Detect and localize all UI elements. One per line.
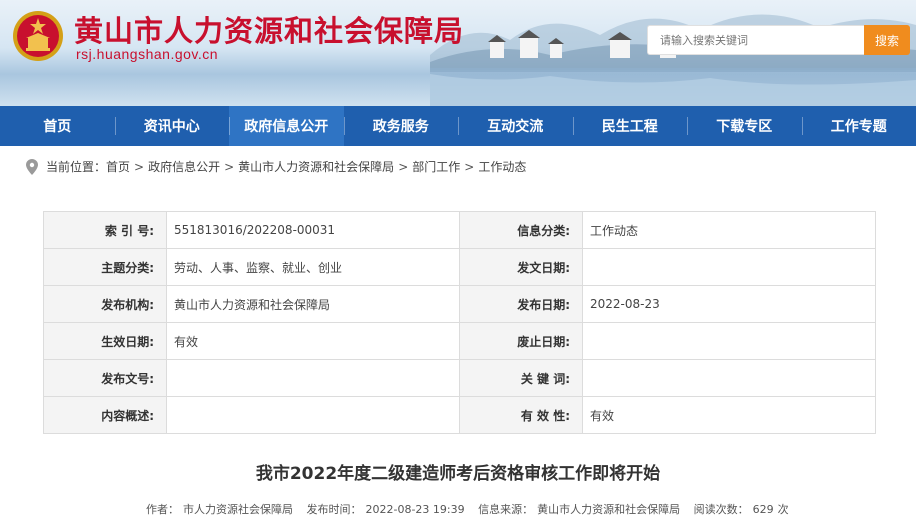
table-row: 索 引 号: 551813016/202208-00031 信息分类: 工作动态 xyxy=(43,211,876,249)
publish-time-label: 发布时间： xyxy=(306,503,362,516)
summary-value xyxy=(166,396,460,434)
national-emblem-icon xyxy=(13,11,63,61)
validity-value: 有效 xyxy=(582,396,876,434)
breadcrumb-separator: > xyxy=(464,159,475,174)
index-number-label: 索 引 号: xyxy=(43,211,167,249)
repeal-date-label: 废止日期: xyxy=(459,322,583,360)
document-number-label: 发布文号: xyxy=(43,359,167,397)
views-label: 阅读次数： xyxy=(693,503,749,516)
document-number-value xyxy=(166,359,460,397)
nav-item-livelihood[interactable]: 民生工程 xyxy=(572,106,688,146)
topic-category-label: 主题分类: xyxy=(43,248,167,286)
nav-item-interaction[interactable]: 互动交流 xyxy=(458,106,573,146)
article-title: 我市2022年度二级建造师考后资格审核工作即将开始 xyxy=(255,464,661,484)
publish-date-value: 2022-08-23 xyxy=(582,285,876,323)
search-input[interactable] xyxy=(647,25,864,55)
issue-date-value xyxy=(582,248,876,286)
views-unit: 次 xyxy=(777,503,789,516)
breadcrumb-item-home[interactable]: 首页 xyxy=(106,158,130,175)
info-category-label: 信息分类: xyxy=(459,211,583,249)
topic-category-value: 劳动、人事、监察、就业、创业 xyxy=(166,248,460,286)
table-row: 生效日期: 有效 废止日期: xyxy=(43,322,876,360)
site-title: 黄山市人力资源和社会保障局 xyxy=(74,14,465,48)
breadcrumb-separator: > xyxy=(224,159,235,174)
issue-date-label: 发文日期: xyxy=(459,248,583,286)
nav-item-gov-info[interactable]: 政府信息公开 xyxy=(229,106,344,146)
table-row: 发布文号: 关 键 词: xyxy=(43,359,876,397)
breadcrumb-separator: > xyxy=(134,159,145,174)
nav-item-topics[interactable]: 工作专题 xyxy=(801,106,916,146)
article-meta: 作者： 市人力资源社会保障局 发布时间： 2022-08-23 19:39 信息来源… xyxy=(146,501,793,517)
publisher-value: 黄山市人力资源和社会保障局 xyxy=(166,285,460,323)
nav-item-gov-service[interactable]: 政务服务 xyxy=(343,106,459,146)
index-number-value: 551813016/202208-00031 xyxy=(166,211,460,249)
breadcrumb-item-bureau[interactable]: 黄山市人力资源和社会保障局 xyxy=(238,158,394,175)
breadcrumb-separator: > xyxy=(398,159,409,174)
site-header: 黄山市人力资源和社会保障局 rsj.huangshan.gov.cn 搜索 xyxy=(0,0,916,106)
breadcrumb-item-work-news[interactable]: 工作动态 xyxy=(478,158,526,175)
source-label: 信息来源： xyxy=(478,503,534,516)
publish-time-value: 2022-08-23 19:39 xyxy=(365,503,465,516)
keywords-value xyxy=(582,359,876,397)
source-value: 黄山市人力资源和社会保障局 xyxy=(537,503,681,516)
nav-item-downloads[interactable]: 下载专区 xyxy=(687,106,802,146)
table-row: 发布机构: 黄山市人力资源和社会保障局 发布日期: 2022-08-23 xyxy=(43,285,876,323)
publisher-label: 发布机构: xyxy=(43,285,167,323)
repeal-date-value xyxy=(582,322,876,360)
nav-item-home[interactable]: 首页 xyxy=(0,106,115,146)
publish-date-label: 发布日期: xyxy=(459,285,583,323)
views-value: 629 xyxy=(752,503,774,516)
table-row: 主题分类: 劳动、人事、监察、就业、创业 发文日期: xyxy=(43,248,876,286)
author-value: 市人力资源社会保障局 xyxy=(183,503,293,516)
info-category-value: 工作动态 xyxy=(582,211,876,249)
nav-item-news-center[interactable]: 资讯中心 xyxy=(114,106,230,146)
breadcrumb-item-dept-work[interactable]: 部门工作 xyxy=(412,158,460,175)
main-nav: 首页 资讯中心 政府信息公开 政务服务 互动交流 民生工程 下载专区 工作专题 xyxy=(0,106,916,146)
info-disclosure-table: 索 引 号: 551813016/202208-00031 信息分类: 工作动态… xyxy=(43,211,876,434)
breadcrumb-item-gov-info[interactable]: 政府信息公开 xyxy=(148,158,220,175)
breadcrumb-prefix: 当前位置： xyxy=(46,160,107,174)
breadcrumb: 当前位置： 首页 > 政府信息公开 > 黄山市人力资源和社会保障局 > 部门工作… xyxy=(26,158,526,175)
effective-date-label: 生效日期: xyxy=(43,322,167,360)
table-row: 内容概述: 有 效 性: 有效 xyxy=(43,396,876,434)
effective-date-value: 有效 xyxy=(166,322,460,360)
search-button[interactable]: 搜索 xyxy=(864,25,910,55)
location-pin-icon xyxy=(26,158,38,175)
author-label: 作者： xyxy=(146,503,179,516)
keywords-label: 关 键 词: xyxy=(459,359,583,397)
summary-label: 内容概述: xyxy=(43,396,167,434)
site-domain: rsj.huangshan.gov.cn xyxy=(76,46,219,62)
validity-label: 有 效 性: xyxy=(459,396,583,434)
